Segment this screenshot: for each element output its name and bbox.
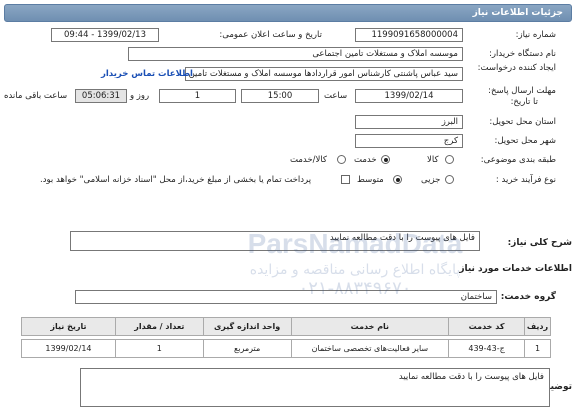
service-group-field: ساختمان: [75, 290, 497, 304]
purchase-minor-radio[interactable]: [445, 175, 454, 184]
col-name: نام خدمت: [290, 317, 450, 336]
days-label: روز و: [130, 91, 150, 101]
buyer-org-label: نام دستگاه خریدار:: [489, 49, 556, 59]
col-need-date: تاریخ نیاز: [21, 317, 116, 336]
col-unit: واحد اندازه گیری: [202, 317, 292, 336]
remaining-label: ساعت باقی مانده: [4, 91, 68, 101]
category-goods-service-radio[interactable]: [337, 155, 346, 164]
purchase-minor-label: جزیی: [421, 175, 441, 185]
services-table: ردیف کد خدمت نام خدمت واحد اندازه گیری ت…: [21, 317, 551, 358]
col-row: ردیف: [524, 317, 551, 336]
category-service-radio[interactable]: [381, 155, 390, 164]
category-goods-label: کالا: [427, 155, 439, 165]
cell-need-date: 1399/02/14: [21, 339, 116, 358]
buyer-org-field: موسسه املاک و مستغلات تامین اجتماعی: [128, 47, 463, 61]
deadline-label: مهلت ارسال پاسخ:: [488, 86, 556, 96]
deadline-date-field: 1399/02/14: [355, 89, 463, 103]
page-header: جزئیات اطلاعات نیاز: [4, 4, 572, 22]
deadline-time-field: 15:00: [241, 89, 319, 103]
cell-name: سایر فعالیت‌های تخصصی ساختمان: [290, 339, 450, 358]
announce-field: 1399/02/13 - 09:44: [51, 28, 159, 42]
creator-label: ایجاد کننده درخواست:: [477, 63, 556, 73]
province-label: استان محل تحویل:: [489, 117, 556, 127]
category-goods-service-label: کالا/خدمت: [290, 155, 327, 165]
table-row[interactable]: 1 ج-43-439 سایر فعالیت‌های تخصصی ساختمان…: [21, 339, 551, 358]
city-label: شهر محل تحویل:: [494, 136, 556, 146]
summary-label: شرح کلی نیاز:: [507, 238, 572, 248]
purchase-type-label: نوع فرآیند خرید :: [495, 175, 556, 185]
service-group-label: گروه خدمت:: [500, 292, 556, 302]
remaining-time-field: 05:06:31: [75, 89, 127, 103]
days-field: 1: [159, 89, 236, 103]
cell-code: ج-43-439: [448, 339, 526, 358]
page-title: جزئیات اطلاعات نیاز: [472, 8, 563, 18]
table-header-row: ردیف کد خدمت نام خدمت واحد اندازه گیری ت…: [21, 317, 551, 336]
treasury-payment-note: پرداخت تمام یا بخشی از مبلغ خرید،از محل …: [40, 175, 312, 185]
cell-row: 1: [524, 339, 551, 358]
treasury-payment-checkbox[interactable]: [341, 175, 350, 184]
category-goods-radio[interactable]: [445, 155, 454, 164]
deadline-time-label: ساعت: [324, 91, 348, 101]
purchase-medium-radio[interactable]: [393, 175, 402, 184]
category-service-label: خدمت: [354, 155, 377, 165]
deadline-label-2: تا تاریخ:: [510, 97, 538, 107]
category-label: طبقه بندی موضوعی:: [480, 155, 556, 165]
creator-field: سید عباس پاشنتی کارشناس امور قراردادها م…: [185, 67, 463, 81]
announce-label: تاریخ و ساعت اعلان عمومی:: [219, 30, 322, 40]
buyer-contact-link[interactable]: اطلاعات تماس خریدار: [101, 69, 193, 79]
purchase-medium-label: متوسط: [357, 175, 384, 185]
cell-quantity: 1: [114, 339, 204, 358]
city-field: کرج: [355, 134, 463, 148]
col-code: کد خدمت: [448, 317, 526, 336]
services-section-title: اطلاعات خدمات مورد نیاز: [459, 264, 572, 274]
province-field: البرز: [355, 115, 463, 129]
cell-unit: مترمربع: [202, 339, 292, 358]
col-quantity: تعداد / مقدار: [114, 317, 204, 336]
summary-field: فایل های پیوست را با دقت مطالعه نمایید: [70, 231, 480, 251]
need-number-field: 1199091658000004: [355, 28, 463, 42]
need-number-label: شماره نیاز:: [515, 30, 556, 40]
buyer-notes-field: فایل های پیوست را با دقت مطالعه نمایید: [80, 368, 550, 407]
